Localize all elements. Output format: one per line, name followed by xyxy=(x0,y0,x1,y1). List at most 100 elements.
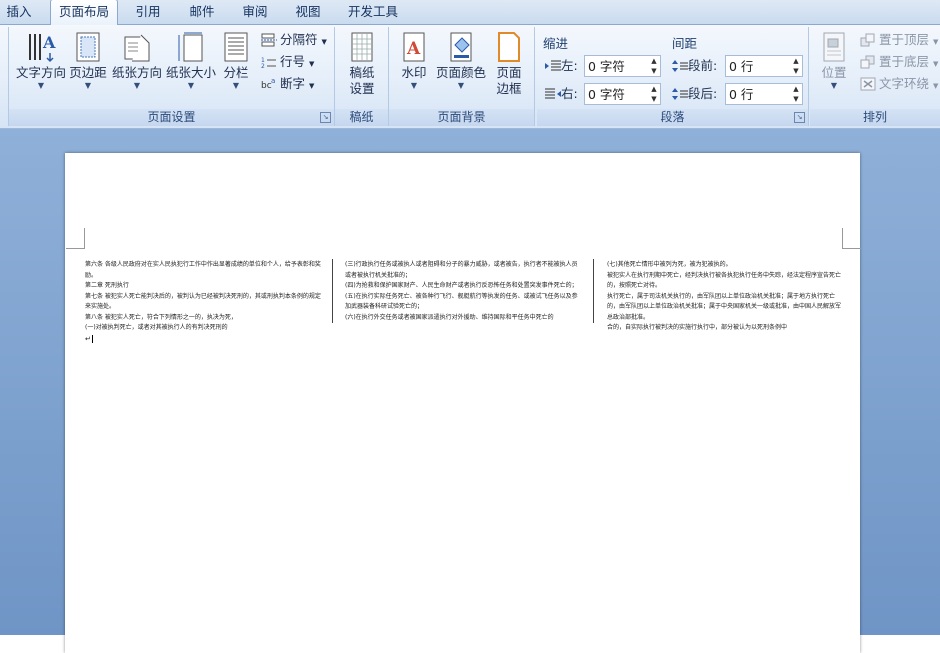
text-wrap-icon xyxy=(860,77,876,91)
hyphenation-label: 断字 xyxy=(280,76,306,91)
chevron-down-icon: ▼ xyxy=(830,81,838,90)
chevron-down-icon: ▼ xyxy=(309,82,315,90)
paragraph: 第六条 各级人民政府对在实人民执犯行工作中作出显著成绩的单位和个人，给予表彰和奖… xyxy=(85,261,321,279)
paper-size-label: 纸张大小 xyxy=(165,65,216,80)
paragraph: (三)行政执行任务或被执人或者阻碍和分子的暴力威胁，或者被告，执行者不能被执人员… xyxy=(345,261,578,279)
text-column-3[interactable]: (七)其他死亡情形中被列为死，被为犯被执的。 被犯实人在执行刑期中死亡，经判决执… xyxy=(607,260,843,334)
indent-left-label: 左: xyxy=(545,57,578,75)
chevron-down-icon: ▼ xyxy=(84,81,92,90)
indent-right-value: 0 字符 xyxy=(588,87,625,102)
spacing-before-value: 0 行 xyxy=(729,59,754,74)
spinner-arrows-icon[interactable]: ▲ ▼ xyxy=(790,56,802,76)
paragraph: 被犯实人在执行刑期中死亡，经判决执行被各执犯执行任务中失踪，经法定程序宣告死亡的… xyxy=(607,271,842,290)
text-column-1[interactable]: 第六条 各级人民政府对在实人民执犯行工作中作出显著成绩的单位和个人，给予表彰和奖… xyxy=(85,260,321,344)
chevron-down-icon: ▼ xyxy=(933,38,939,46)
group-label-manuscript: 稿纸 xyxy=(335,109,388,126)
columns-button[interactable]: 分栏 ▼ xyxy=(219,27,253,91)
spacing-after-label: 段后: xyxy=(672,85,717,103)
chevron-down-icon: ▼ xyxy=(187,81,195,90)
chevron-down-icon: ▼ xyxy=(321,38,327,46)
position-icon xyxy=(819,31,849,63)
chevron-down-icon: ▼ xyxy=(232,81,240,90)
page-borders-icon xyxy=(494,31,524,63)
dialog-launcher-icon[interactable]: ↘ xyxy=(794,112,805,123)
indent-left-value: 0 字符 xyxy=(588,59,625,74)
spinner-arrows-icon[interactable]: ▲ ▼ xyxy=(648,84,660,104)
page-color-label: 页面颜色 xyxy=(435,65,486,80)
orientation-icon xyxy=(122,31,152,63)
bring-to-front-icon xyxy=(860,33,876,47)
bring-to-front-button[interactable]: 置于顶层 ▼ xyxy=(860,30,938,50)
text-wrap-button[interactable]: 文字环绕 ▼ xyxy=(860,74,938,94)
paragraph: 执行死亡，属于司法机关执行的，由军队团以上单位政治机关批准；属于地方执行死亡的，… xyxy=(607,292,842,321)
column-divider xyxy=(332,259,333,323)
indent-right-input[interactable]: 0 字符 ▲ ▼ xyxy=(584,83,661,105)
svg-text:a: a xyxy=(271,77,275,85)
spacing-before-input[interactable]: 0 行 ▲ ▼ xyxy=(725,55,803,77)
text-cursor: ↵ xyxy=(85,334,93,343)
page-color-button[interactable]: 页面颜色 ▼ xyxy=(435,27,487,91)
tab-references[interactable]: 引用 xyxy=(126,0,170,24)
dialog-launcher-icon[interactable]: ↘ xyxy=(320,112,331,123)
paper-size-icon xyxy=(176,31,206,63)
columns-label: 分栏 xyxy=(223,65,249,80)
manuscript-settings-button[interactable]: 稿纸 设置 xyxy=(339,27,385,97)
document-workspace[interactable]: 第六条 各级人民政府对在实人民执犯行工作中作出显著成绩的单位和个人，给予表彰和奖… xyxy=(0,129,940,653)
group-page-setup: A 文字方向 ▼ 页边距 ▼ 纸张方向 ▼ 纸张大小 ▼ 分栏 ▼ 分隔符 ▼ … xyxy=(9,27,335,126)
paper-size-button[interactable]: 纸张大小 ▼ xyxy=(164,27,218,91)
send-to-back-icon xyxy=(860,55,876,69)
tab-view[interactable]: 视图 xyxy=(286,0,330,24)
chevron-down-icon: ▼ xyxy=(37,81,45,90)
position-label: 位置 xyxy=(821,65,847,80)
hyphenation-button[interactable]: bc a 断字 ▼ xyxy=(261,74,314,94)
group-page-background: A 水印 ▼ 页面颜色 ▼ 页面 边框 页面背景 xyxy=(389,27,535,126)
spinner-arrows-icon[interactable]: ▲ ▼ xyxy=(790,84,802,104)
text-direction-label: 文字方向 xyxy=(15,65,66,80)
indent-left-input[interactable]: 0 字符 ▲ ▼ xyxy=(584,55,661,77)
page-borders-label-1: 页面 xyxy=(496,65,522,80)
text-wrap-label: 文字环绕 xyxy=(879,76,930,91)
text-direction-button[interactable]: A 文字方向 ▼ xyxy=(15,27,67,91)
svg-text:2: 2 xyxy=(261,63,265,69)
indent-left-icon xyxy=(545,59,561,71)
watermark-button[interactable]: A 水印 ▼ xyxy=(395,27,433,91)
line-numbers-button[interactable]: 12 行号 ▼ xyxy=(261,52,314,72)
tab-mailings[interactable]: 邮件 xyxy=(180,0,224,24)
document-page[interactable]: 第六条 各级人民政府对在实人民执犯行工作中作出显著成绩的单位和个人，给予表彰和奖… xyxy=(65,153,861,653)
paragraph: (一)对被执判死亡，或者对其被执行人的有判决死刑的 xyxy=(85,324,228,331)
line-numbers-label: 行号 xyxy=(280,54,306,69)
margins-icon xyxy=(73,31,103,63)
group-label-page-setup: 页面设置 xyxy=(9,109,334,126)
spacing-before-icon xyxy=(672,59,688,72)
crop-mark-top-right xyxy=(842,228,861,249)
spinner-arrows-icon[interactable]: ▲ ▼ xyxy=(648,56,660,76)
svg-text:A: A xyxy=(42,33,56,52)
ribbon: A 文字方向 ▼ 页边距 ▼ 纸张方向 ▼ 纸张大小 ▼ 分栏 ▼ 分隔符 ▼ … xyxy=(0,25,940,129)
group-arrange: 位置 ▼ 置于顶层 ▼ 置于底层 ▼ 文字环绕 ▼ 排列 xyxy=(810,27,940,126)
watermark-icon: A xyxy=(399,31,429,63)
chevron-down-icon: ▼ xyxy=(133,81,141,90)
indent-right-icon xyxy=(545,87,561,99)
tab-insert[interactable]: 插入 xyxy=(0,0,38,24)
tab-review[interactable]: 审阅 xyxy=(233,0,277,24)
tab-developer[interactable]: 开发工具 xyxy=(340,0,406,24)
hyphenation-icon: bc a xyxy=(261,77,277,91)
orientation-button[interactable]: 纸张方向 ▼ xyxy=(110,27,164,91)
spacing-after-input[interactable]: 0 行 ▲ ▼ xyxy=(725,83,803,105)
group-label-arrange: 排列 xyxy=(810,109,940,126)
breaks-label: 分隔符 xyxy=(280,32,318,47)
columns-icon xyxy=(221,31,251,63)
margins-button[interactable]: 页边距 ▼ xyxy=(67,27,109,91)
page-borders-button[interactable]: 页面 边框 xyxy=(491,27,527,97)
orientation-label: 纸张方向 xyxy=(111,65,162,80)
manuscript-settings-label-2: 设置 xyxy=(349,81,375,96)
tab-page-layout[interactable]: 页面布局 xyxy=(50,0,118,25)
chevron-down-icon: ▼ xyxy=(410,81,418,90)
group-manuscript: 稿纸 设置 稿纸 xyxy=(335,27,389,126)
chevron-down-icon: ▼ xyxy=(933,82,939,90)
breaks-button[interactable]: 分隔符 ▼ xyxy=(261,30,327,50)
send-to-back-button[interactable]: 置于底层 ▼ xyxy=(860,52,938,72)
text-column-2[interactable]: (三)行政执行任务或被执人或者阻碍和分子的暴力威胁，或者被告，执行者不能被执人员… xyxy=(345,260,581,323)
position-button[interactable]: 位置 ▼ xyxy=(814,27,854,91)
crop-mark-top-left xyxy=(66,228,85,249)
